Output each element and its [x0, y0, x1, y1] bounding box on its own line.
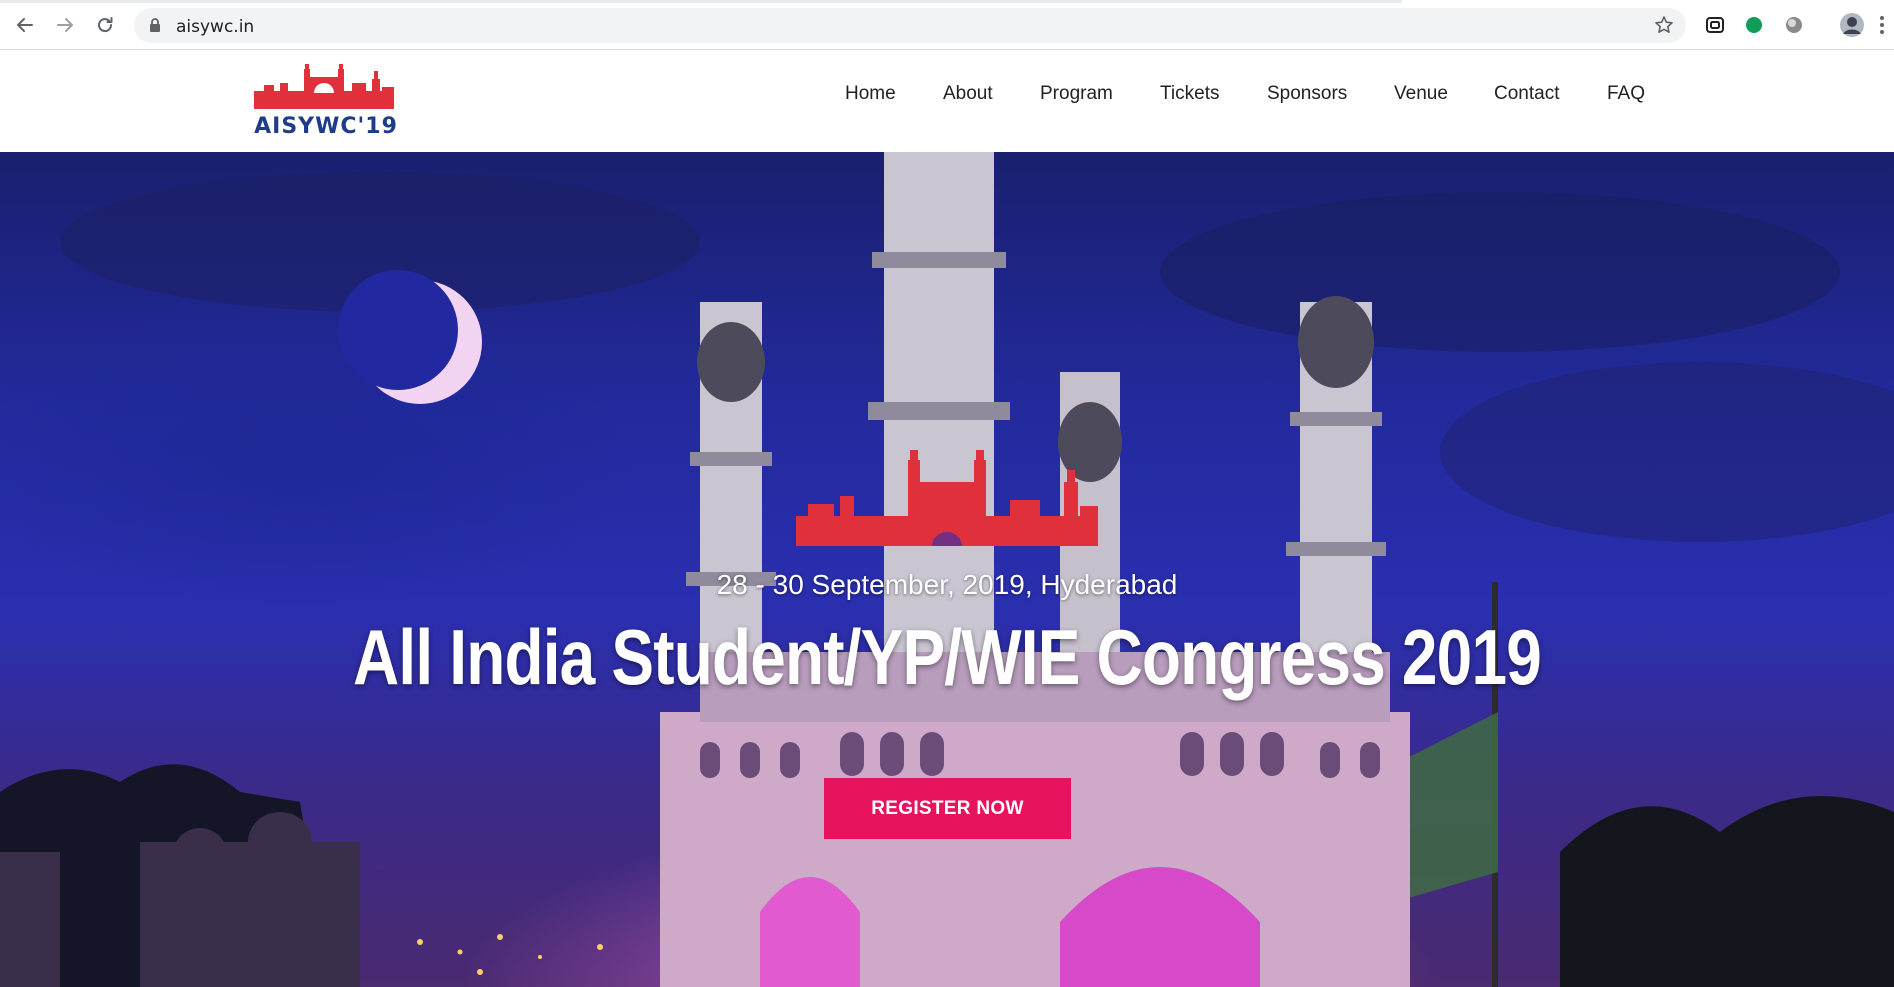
nav-program[interactable]: Program — [1040, 83, 1113, 105]
star-icon[interactable] — [1654, 15, 1674, 35]
nav-about[interactable]: About — [943, 83, 993, 105]
reload-button[interactable] — [92, 12, 118, 38]
address-bar[interactable]: aisywc.in — [134, 8, 1686, 43]
hero-date-location: 28 - 30 September, 2019, Hyderabad — [716, 569, 1178, 600]
main-navigation: Home About Program Tickets Sponsors Venu… — [0, 83, 1894, 113]
browser-menu-button[interactable] — [1874, 13, 1890, 37]
register-now-button[interactable]: REGISTER NOW — [824, 778, 1071, 839]
arrow-right-icon — [57, 18, 73, 32]
browser-toolbar: aisywc.in — [0, 0, 1894, 50]
extension-screen-icon[interactable] — [1703, 13, 1727, 37]
arrow-left-icon — [17, 18, 33, 32]
extension-grey-circle-icon[interactable] — [1782, 13, 1806, 37]
logo-text: AISYWC'19 — [254, 114, 398, 139]
hero-title: All India Student/YP/WIE Congress 2019 — [353, 613, 1542, 701]
reload-icon — [98, 17, 113, 33]
nav-home[interactable]: Home — [845, 83, 896, 105]
profile-avatar[interactable] — [1838, 11, 1866, 39]
nav-sponsors[interactable]: Sponsors — [1267, 83, 1347, 105]
nav-contact[interactable]: Contact — [1494, 83, 1559, 105]
page-load-indicator — [0, 0, 1402, 3]
nav-tickets[interactable]: Tickets — [1160, 83, 1219, 105]
site-header: AISYWC'19 Home About Program Tickets Spo… — [0, 51, 1894, 152]
nav-venue[interactable]: Venue — [1394, 83, 1448, 105]
nav-faq[interactable]: FAQ — [1607, 83, 1645, 105]
url-text[interactable]: aisywc.in — [176, 17, 254, 37]
kebab-menu-icon — [1880, 16, 1884, 34]
back-button[interactable] — [12, 12, 38, 38]
forward-button[interactable] — [52, 12, 78, 38]
hero-section: 28 - 30 September, 2019, Hyderabad All I… — [0, 152, 1894, 987]
extension-green-dot-icon[interactable] — [1742, 13, 1766, 37]
lock-icon — [150, 18, 160, 32]
